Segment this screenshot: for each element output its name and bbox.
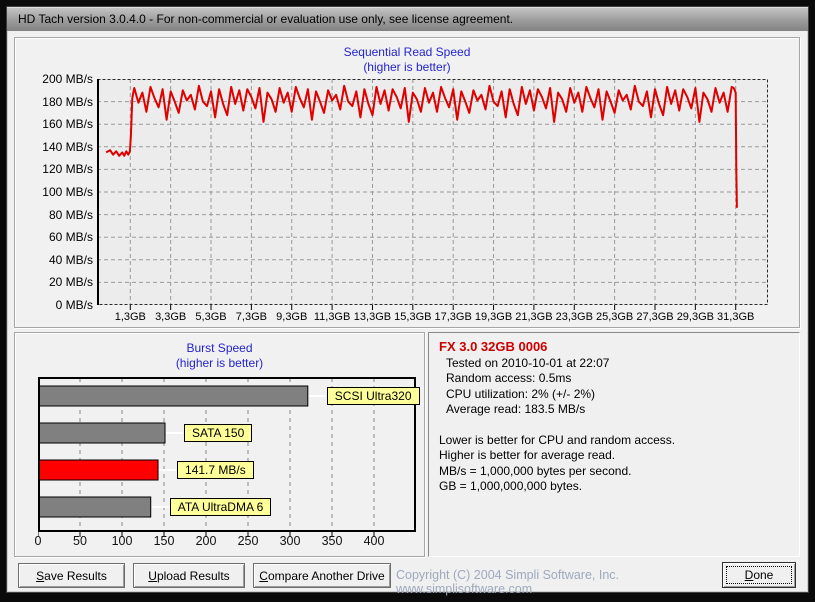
x-axis-tick-label: 150 (144, 534, 184, 548)
drive-name: FX 3.0 32GB 0006 (439, 339, 791, 355)
x-axis-tick-label: 300 (270, 534, 310, 548)
copyright-text: Copyright (C) 2004 Simpli Software, Inc.… (396, 568, 716, 596)
y-axis-tick-label: 80 MB/s (20, 208, 93, 222)
save-results-button[interactable]: Save Results (18, 563, 125, 588)
y-axis-tick-label: 140 MB/s (20, 140, 93, 154)
compare-another-drive-button[interactable]: Compare Another Drive (253, 563, 391, 588)
burst-bar-label: SATA 150 (184, 424, 252, 442)
note-lower-better: Lower is better for CPU and random acces… (439, 433, 791, 449)
y-axis-tick-label: 160 MB/s (20, 117, 93, 131)
upload-results-label: Upload Results (148, 569, 229, 583)
burst-speed-bar-labels: SCSI Ultra320 SATA 150 141.7 MB/s ATA Ultra… (38, 377, 428, 532)
compare-another-drive-label: Compare Another Drive (259, 569, 384, 583)
y-axis-tick-label: 60 MB/s (20, 230, 93, 244)
sequential-read-title-block: Sequential Read Speed (higher is better) (14, 45, 800, 75)
burst-speed-x-axis: 050100150200250300350400 (38, 534, 416, 548)
x-axis-tick-label: 31,3GB (711, 311, 761, 323)
note-higher-better: Higher is better for average read. (439, 448, 791, 464)
x-axis-tick-label: 350 (312, 534, 352, 548)
x-axis-tick-label: 100 (102, 534, 142, 548)
x-axis-tick-label: 400 (354, 534, 394, 548)
burst-bar-label: SCSI Ultra320 (327, 387, 420, 405)
info-line-tested: Tested on 2010-10-01 at 22:07 (446, 356, 791, 372)
burst-speed-title: Burst Speed (14, 341, 425, 356)
y-axis-tick-label: 40 MB/s (20, 253, 93, 267)
y-axis-tick-label: 100 MB/s (20, 185, 93, 199)
done-label: Done (745, 568, 774, 582)
sequential-read-subtitle: (higher is better) (14, 60, 800, 75)
upload-results-button[interactable]: Upload Results (133, 563, 245, 588)
y-axis-tick-label: 200 MB/s (20, 72, 93, 86)
window-title: HD Tach version 3.0.4.0 - For non-commer… (18, 12, 513, 26)
sequential-read-x-axis: 1,3GB3,3GB5,3GB7,3GB9,3GB11,3GB13,3GB15,… (97, 311, 768, 325)
info-line-cpu-utilization: CPU utilization: 2% (+/- 2%) (446, 387, 791, 403)
info-spacer (437, 418, 791, 433)
title-bar[interactable]: HD Tach version 3.0.4.0 - For non-commer… (6, 6, 809, 31)
y-axis-tick-label: 20 MB/s (20, 275, 93, 289)
burst-bar-label: 141.7 MB/s (177, 461, 254, 479)
y-axis-tick-label: 120 MB/s (20, 162, 93, 176)
x-axis-tick-label: 50 (60, 534, 100, 548)
info-line-random-access: Random access: 0.5ms (446, 371, 791, 387)
y-axis-tick-label: 0 MB/s (20, 298, 93, 312)
note-gb-definition: GB = 1,000,000,000 bytes. (439, 479, 791, 495)
note-mbs-definition: MB/s = 1,000,000 bytes per second. (439, 464, 791, 480)
sequential-read-y-axis: 200 MB/s180 MB/s160 MB/s140 MB/s120 MB/s… (20, 79, 93, 305)
burst-speed-title-block: Burst Speed (higher is better) (14, 341, 425, 371)
x-axis-tick-label: 250 (228, 534, 268, 548)
drive-info-panel: FX 3.0 32GB 0006 Tested on 2010-10-01 at… (428, 332, 800, 557)
info-line-average-read: Average read: 183.5 MB/s (446, 402, 791, 418)
burst-bar-label: ATA UltraDMA 6 (170, 498, 272, 516)
x-axis-tick-label: 0 (18, 534, 58, 548)
burst-speed-subtitle: (higher is better) (14, 356, 425, 371)
x-axis-tick-label: 200 (186, 534, 226, 548)
sequential-read-plot-area (97, 79, 768, 311)
done-button[interactable]: Done (722, 562, 796, 588)
sequential-read-plot (97, 79, 768, 311)
save-results-label: Save Results (36, 569, 107, 583)
y-axis-tick-label: 180 MB/s (20, 95, 93, 109)
sequential-read-title: Sequential Read Speed (14, 45, 800, 60)
